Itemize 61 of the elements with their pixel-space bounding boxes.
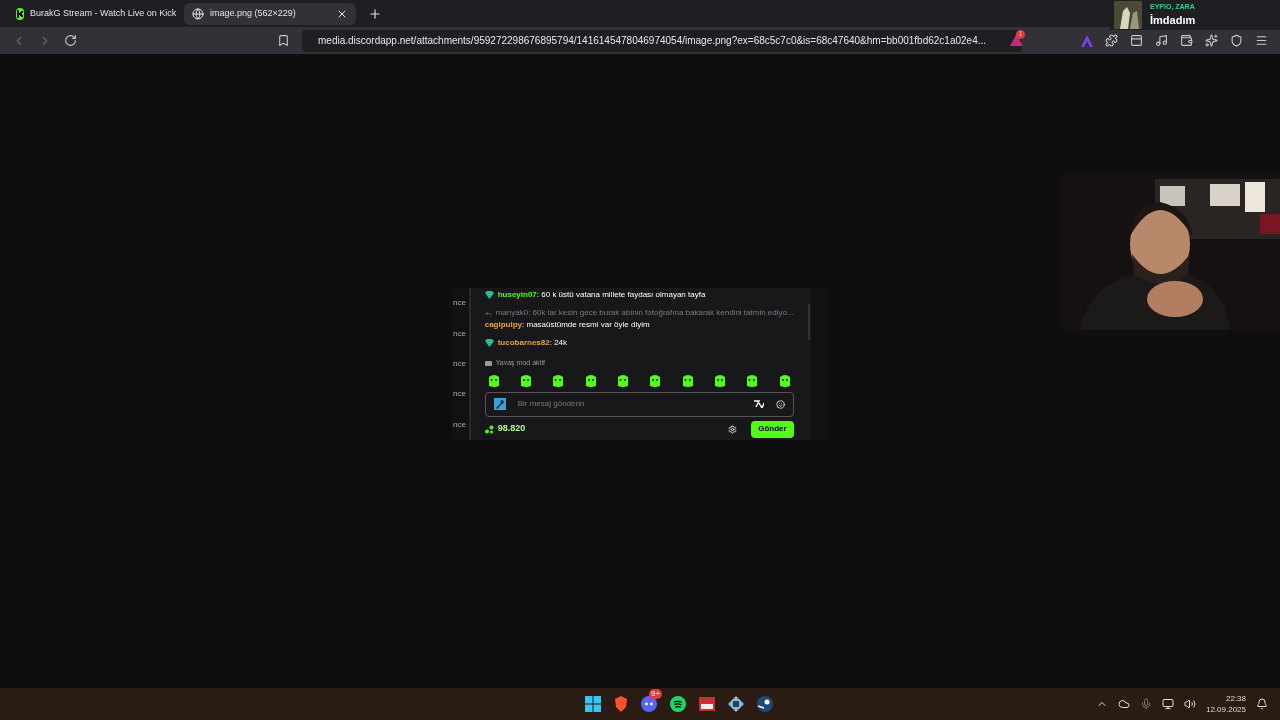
- emote-icon[interactable]: [745, 373, 760, 388]
- emote-icon[interactable]: [680, 373, 695, 388]
- url-text: media.discordapp.net/attachments/959272298676895794/1416145478046974054/image.png?ex=68c5c7c0&is=68c47640&hm=bb001fbd62c1a02e4...: [318, 34, 987, 48]
- notification-icon[interactable]: [1256, 698, 1268, 710]
- music-icon[interactable]: [1155, 34, 1168, 47]
- wallet-icon[interactable]: [1180, 34, 1193, 47]
- app-icon[interactable]: [728, 696, 744, 712]
- hammer-icon: [493, 398, 506, 410]
- message-field[interactable]: Bir mesaj gönderin: [484, 391, 794, 417]
- shield-icon[interactable]: [1230, 34, 1243, 47]
- puzzle-icon[interactable]: [1105, 34, 1118, 47]
- globe-icon: [192, 7, 204, 20]
- network-icon[interactable]: [1161, 698, 1174, 710]
- tab-title: image.png (562×229): [210, 6, 297, 20]
- emote-icon[interactable]: [648, 373, 663, 388]
- triangle-icon[interactable]: [1010, 34, 1024, 46]
- points-balance: 98.820: [497, 422, 526, 436]
- reload-icon[interactable]: [64, 34, 77, 47]
- volume-icon[interactable]: [1183, 698, 1196, 710]
- emote-icon[interactable]: [583, 373, 598, 388]
- reply-preview: manyak0: 60k lar kesin gece burak abinin fotoğrafına bakarak kendini tatmin ediyo...: [495, 307, 794, 319]
- microphone-icon[interactable]: [1139, 698, 1152, 710]
- side-label: nce: [453, 357, 467, 370]
- chat-message: tucobarnes82: 24k: [497, 337, 568, 349]
- windows-start-icon[interactable]: [585, 696, 601, 712]
- reply-icon: [484, 309, 492, 317]
- emote-icon[interactable]: [777, 373, 792, 388]
- emoji-icon[interactable]: [775, 399, 785, 409]
- points-icon: [484, 424, 494, 434]
- album-art-icon: [1114, 1, 1142, 29]
- chat-message: huseyin07: 60 k üstü vatana millete faydası olmayan tayfa: [497, 289, 706, 301]
- emote-icon[interactable]: [551, 373, 566, 388]
- panel-icon[interactable]: [1130, 34, 1143, 47]
- chat-bubble-icon[interactable]: [641, 696, 657, 712]
- emote-icon[interactable]: [616, 373, 630, 388]
- translate-icon[interactable]: [753, 400, 764, 408]
- cloud-icon[interactable]: [1117, 698, 1130, 710]
- kick-logo-icon: [16, 7, 24, 20]
- clock[interactable]: 22:38 12.09.2025: [1205, 693, 1246, 715]
- music-app-icon[interactable]: [670, 696, 686, 712]
- browser-tab[interactable]: BurakG Stream - Watch Live on Kick: [8, 2, 180, 25]
- browser-tab[interactable]: image.png (562×229): [184, 2, 356, 25]
- app-icon[interactable]: [699, 697, 715, 711]
- sparkles-icon[interactable]: [1205, 34, 1218, 47]
- bookmark-icon[interactable]: [277, 34, 290, 47]
- side-label: nce: [453, 418, 467, 431]
- send-button[interactable]: Gönder: [751, 420, 794, 438]
- new-tab-icon[interactable]: [368, 6, 382, 21]
- chat-message: cagipulpy: masaüstümde resmi var öyle diyim: [484, 319, 650, 331]
- message-input[interactable]: Bir mesaj gönderin: [517, 398, 742, 410]
- side-label: nce: [453, 327, 467, 340]
- menu-icon[interactable]: [1255, 34, 1268, 47]
- notification-badge: 9+: [649, 689, 663, 699]
- side-label: nce: [453, 388, 467, 401]
- emote-icon[interactable]: [713, 373, 727, 388]
- settings-icon[interactable]: [728, 424, 738, 434]
- emote-icon[interactable]: [519, 373, 533, 388]
- emote-icon[interactable]: [486, 373, 501, 388]
- tab-title: BurakG Stream - Watch Live on Kick: [30, 6, 177, 20]
- song-title: İmdadım: [1150, 13, 1196, 28]
- side-label: nce: [453, 297, 467, 310]
